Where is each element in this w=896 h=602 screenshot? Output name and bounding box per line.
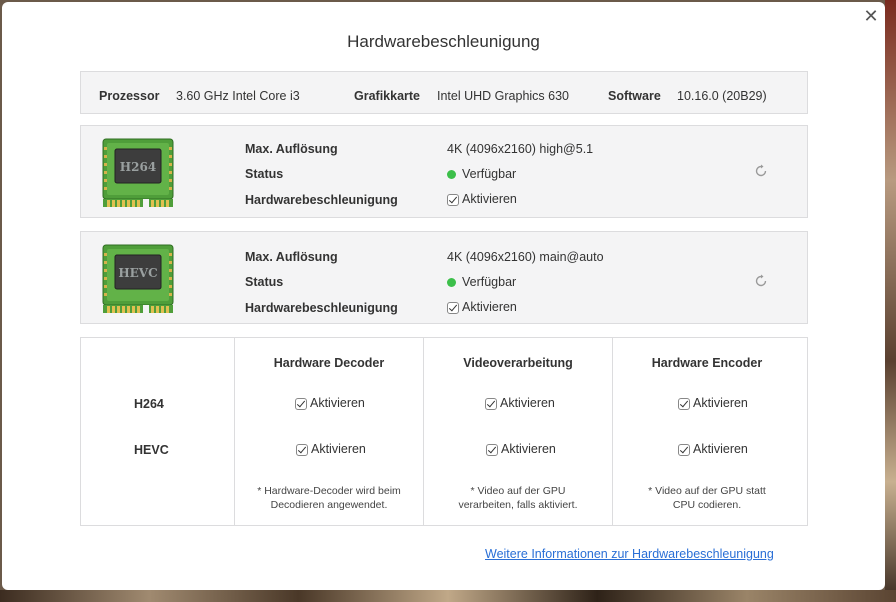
max-resolution-value: 4K (4096x2160) high@5.1 [447,142,594,156]
hevc-processing-checkbox[interactable]: Aktivieren [486,442,556,456]
note-line: verarbeiten, falls aktiviert. [458,499,578,511]
svg-text:H264: H264 [120,160,156,174]
svg-text:HEVC: HEVC [118,266,157,280]
processor-value: 3.60 GHz Intel Core i3 [176,89,300,103]
note-line: * Video auf der GPU statt [648,485,766,497]
acceleration-matrix: Hardware Decoder Videoverarbeitung Hardw… [80,337,808,526]
checkbox-checked-icon[interactable] [678,444,690,456]
encoder-note: * Video auf der GPU statt CPU codieren. [613,484,801,512]
column-header-encoder: Hardware Encoder [651,356,763,370]
note-line: CPU codieren. [672,499,742,511]
status-text: Verfügbar [462,275,517,289]
refresh-icon[interactable] [753,163,769,179]
note-line: * Hardware-Decoder wird beim [257,485,401,497]
checkbox-label: Aktivieren [501,442,556,456]
hardware-acceleration-checkbox[interactable]: Aktivieren [447,300,517,314]
h264-decoder-checkbox[interactable]: Aktivieren [295,396,365,410]
hardware-acceleration-label: Hardwarebeschleunigung [245,301,398,315]
hevc-encoder-checkbox[interactable]: Aktivieren [678,442,748,456]
graphics-label: Grafikkarte [354,89,421,103]
system-info-panel: Prozessor 3.60 GHz Intel Core i3 Grafikk… [80,71,808,114]
h264-processing-checkbox[interactable]: Aktivieren [485,396,555,410]
max-resolution-value: 4K (4096x2160) main@auto [447,250,604,264]
checkbox-checked-icon[interactable] [295,398,307,410]
processor-label: Prozessor [99,89,160,103]
hevc-decoder-checkbox[interactable]: Aktivieren [296,442,366,456]
checkbox-label: Aktivieren [310,396,365,410]
decoder-note: * Hardware-Decoder wird beim Decodieren … [235,484,423,512]
status-label: Status [245,167,284,181]
desktop-background-bottom [0,590,896,602]
checkbox-checked-icon[interactable] [678,398,690,410]
checkbox-checked-icon[interactable] [447,302,459,314]
checkbox-label: Aktivieren [311,442,366,456]
codec-panel-hevc: HEVC Max. Auflösung 4K (4096x2160) main@… [80,231,808,324]
checkbox-label: Aktivieren [462,192,517,206]
software-label: Software [608,89,661,103]
max-resolution-label: Max. Auflösung [245,142,338,156]
checkbox-checked-icon[interactable] [486,444,498,456]
chip-icon: HEVC [102,244,174,315]
status-value: Verfügbar [447,275,516,289]
column-header-processing: Videoverarbeitung [463,356,573,370]
note-line: * Video auf der GPU [470,485,566,497]
hardware-acceleration-dialog: ✕ Hardwarebeschleunigung Prozessor 3.60 … [2,2,885,590]
software-value: 10.16.0 (20B29) [677,89,767,103]
more-info-link[interactable]: Weitere Informationen zur Hardwarebeschl… [485,547,774,561]
codec-panel-h264: H264 Max. Auflösung 4K (4096x2160) high@… [80,125,808,218]
max-resolution-label: Max. Auflösung [245,250,338,264]
status-text: Verfügbar [462,167,517,181]
checkbox-label: Aktivieren [693,396,748,410]
column-header-decoder: Hardware Decoder [273,356,385,370]
checkbox-label: Aktivieren [693,442,748,456]
status-dot-icon [447,278,456,287]
status-label: Status [245,275,284,289]
processing-note: * Video auf der GPU verarbeiten, falls a… [424,484,612,512]
dialog-title: Hardwarebeschleunigung [347,32,540,51]
checkbox-label: Aktivieren [462,300,517,314]
checkbox-label: Aktivieren [500,396,555,410]
graphics-value: Intel UHD Graphics 630 [437,89,570,103]
status-dot-icon [447,170,456,179]
chip-icon: H264 [102,138,174,209]
note-line: Decodieren angewendet. [270,499,388,511]
checkbox-checked-icon[interactable] [485,398,497,410]
hardware-acceleration-checkbox[interactable]: Aktivieren [447,192,517,206]
hardware-acceleration-label: Hardwarebeschleunigung [245,193,398,207]
h264-encoder-checkbox[interactable]: Aktivieren [678,396,748,410]
desktop-background-strip [885,0,896,602]
status-value: Verfügbar [447,167,516,181]
row-header-h264: H264 [134,397,164,411]
refresh-icon[interactable] [753,273,769,289]
checkbox-checked-icon[interactable] [296,444,308,456]
checkbox-checked-icon[interactable] [447,194,459,206]
close-icon[interactable]: ✕ [860,6,882,28]
row-header-hevc: HEVC [134,443,169,457]
